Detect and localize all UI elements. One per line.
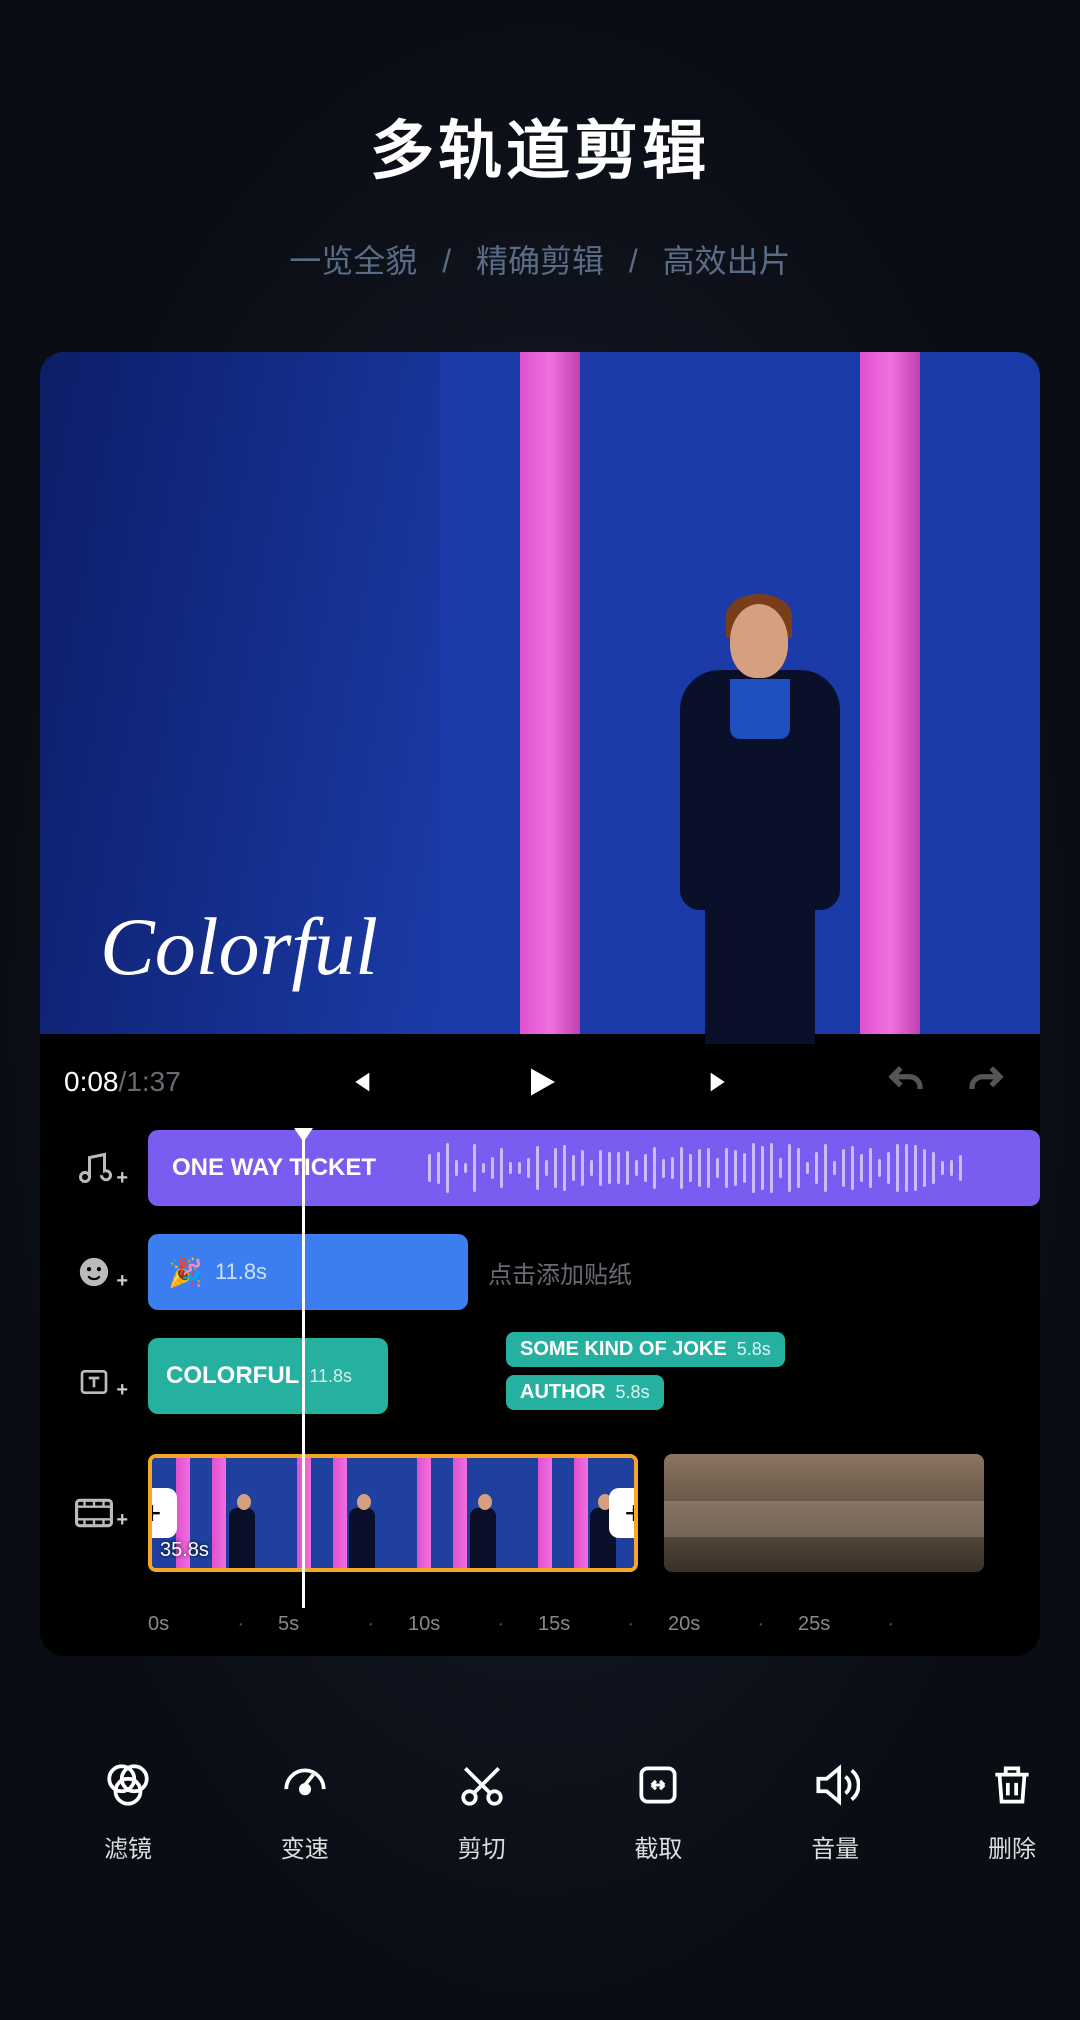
add-video-icon[interactable]: + bbox=[64, 1498, 124, 1528]
tool-label: 滤镜 bbox=[104, 1829, 152, 1864]
add-clip-after-button[interactable]: + bbox=[609, 1488, 638, 1538]
tool-label: 变速 bbox=[281, 1829, 329, 1864]
video-clip-duration: 35.8s bbox=[160, 1539, 209, 1562]
crop-tool[interactable]: 截取 bbox=[630, 1757, 686, 1864]
tool-label: 截取 bbox=[634, 1829, 682, 1864]
speed-icon bbox=[277, 1757, 333, 1813]
ruler-tick: 15s bbox=[538, 1613, 668, 1636]
redo-button[interactable] bbox=[956, 1052, 1016, 1112]
subtitle-part: 精确剪辑 bbox=[476, 243, 604, 279]
text-chip[interactable]: AUTHOR 5.8s bbox=[506, 1375, 664, 1410]
music-clip[interactable]: ONE WAY TICKET bbox=[148, 1130, 1040, 1206]
subtitle-sep: / bbox=[433, 243, 460, 279]
add-sticker-icon[interactable]: + bbox=[64, 1255, 124, 1289]
filter-icon bbox=[100, 1757, 156, 1813]
ruler-tick: 5s bbox=[278, 1613, 408, 1636]
trash-icon bbox=[984, 1757, 1040, 1813]
playbar: 0:08 / 1:37 bbox=[40, 1034, 1040, 1130]
cut-tool[interactable]: 剪切 bbox=[454, 1757, 510, 1864]
ruler-tick: 20s bbox=[668, 1613, 798, 1636]
timeline-ruler[interactable]: 0s 5s 10s 15s 20s 25s bbox=[40, 1600, 1040, 1648]
text-chip-duration: 5.8s bbox=[737, 1339, 771, 1360]
ruler-tick: 10s bbox=[408, 1613, 538, 1636]
sticker-emoji: 🎉 bbox=[168, 1256, 203, 1289]
time-separator: / bbox=[119, 1066, 127, 1098]
text-chip-label: SOME KIND OF JOKE bbox=[520, 1338, 727, 1361]
undo-button[interactable] bbox=[876, 1052, 936, 1112]
scissors-icon bbox=[454, 1757, 510, 1813]
sticker-duration: 11.8s bbox=[215, 1259, 267, 1285]
sticker-track: + 🎉 11.8s 点击添加贴纸 bbox=[40, 1234, 1040, 1310]
subtitle-sep: / bbox=[620, 243, 647, 279]
ruler-tick: 0s bbox=[148, 1613, 278, 1636]
tool-label: 删除 bbox=[988, 1829, 1036, 1864]
editor-panel: Colorful 0:08 / 1:37 bbox=[40, 352, 1040, 1656]
volume-tool[interactable]: 音量 bbox=[807, 1757, 863, 1864]
volume-icon bbox=[807, 1757, 863, 1813]
text-chip-duration: 5.8s bbox=[616, 1382, 650, 1403]
add-text-icon[interactable]: + bbox=[64, 1366, 124, 1398]
music-track: + ONE WAY TICKET bbox=[40, 1130, 1040, 1206]
time-total: 1:37 bbox=[126, 1066, 181, 1098]
playhead[interactable] bbox=[302, 1130, 305, 1608]
play-button[interactable] bbox=[510, 1052, 570, 1112]
page-title: 多轨道剪辑 bbox=[0, 100, 1080, 192]
page-subtitle: 一览全貌 / 精确剪辑 / 高效出片 bbox=[0, 236, 1080, 282]
video-clip-selected[interactable]: 35.8s + + bbox=[148, 1454, 638, 1572]
subtitle-part: 一览全貌 bbox=[289, 243, 417, 279]
crop-icon bbox=[630, 1757, 686, 1813]
time-current: 0:08 bbox=[64, 1066, 119, 1098]
preview-watermark: Colorful bbox=[100, 900, 378, 994]
filter-tool[interactable]: 滤镜 bbox=[100, 1757, 156, 1864]
subtitle-part: 高效出片 bbox=[663, 243, 791, 279]
text-chip-label: AUTHOR bbox=[520, 1381, 606, 1404]
timeline-tracks: + ONE WAY TICKET + 🎉 11.8s 点击添加贴纸 bbox=[40, 1130, 1040, 1656]
text-track: + COLORFUL 11.8s SOME KIND OF JOKE 5.8s … bbox=[40, 1338, 1040, 1426]
add-clip-before-button[interactable]: + bbox=[148, 1488, 177, 1538]
prev-button[interactable] bbox=[330, 1052, 390, 1112]
add-music-icon[interactable]: + bbox=[64, 1150, 124, 1186]
sticker-clip[interactable]: 🎉 11.8s bbox=[148, 1234, 468, 1310]
video-preview[interactable]: Colorful bbox=[40, 352, 1040, 1034]
video-track: + 35.8s + + bbox=[40, 1454, 1040, 1572]
tool-label: 剪切 bbox=[458, 1829, 506, 1864]
ruler-tick: 25s bbox=[798, 1613, 928, 1636]
speed-tool[interactable]: 变速 bbox=[277, 1757, 333, 1864]
music-clip-label: ONE WAY TICKET bbox=[172, 1154, 376, 1182]
text-clip-label: COLORFUL bbox=[166, 1362, 299, 1390]
bottom-toolbar: 滤镜 变速 剪切 截取 音量 删除 bbox=[40, 1757, 1080, 1864]
text-chip[interactable]: SOME KIND OF JOKE 5.8s bbox=[506, 1332, 785, 1367]
text-clip-main[interactable]: COLORFUL 11.8s bbox=[148, 1338, 388, 1414]
text-clip-duration: 11.8s bbox=[309, 1366, 352, 1387]
tool-label: 音量 bbox=[811, 1829, 859, 1864]
next-button[interactable] bbox=[690, 1052, 750, 1112]
video-clip[interactable] bbox=[664, 1454, 984, 1572]
delete-tool[interactable]: 删除 bbox=[984, 1757, 1040, 1864]
sticker-placeholder[interactable]: 点击添加贴纸 bbox=[488, 1234, 632, 1310]
